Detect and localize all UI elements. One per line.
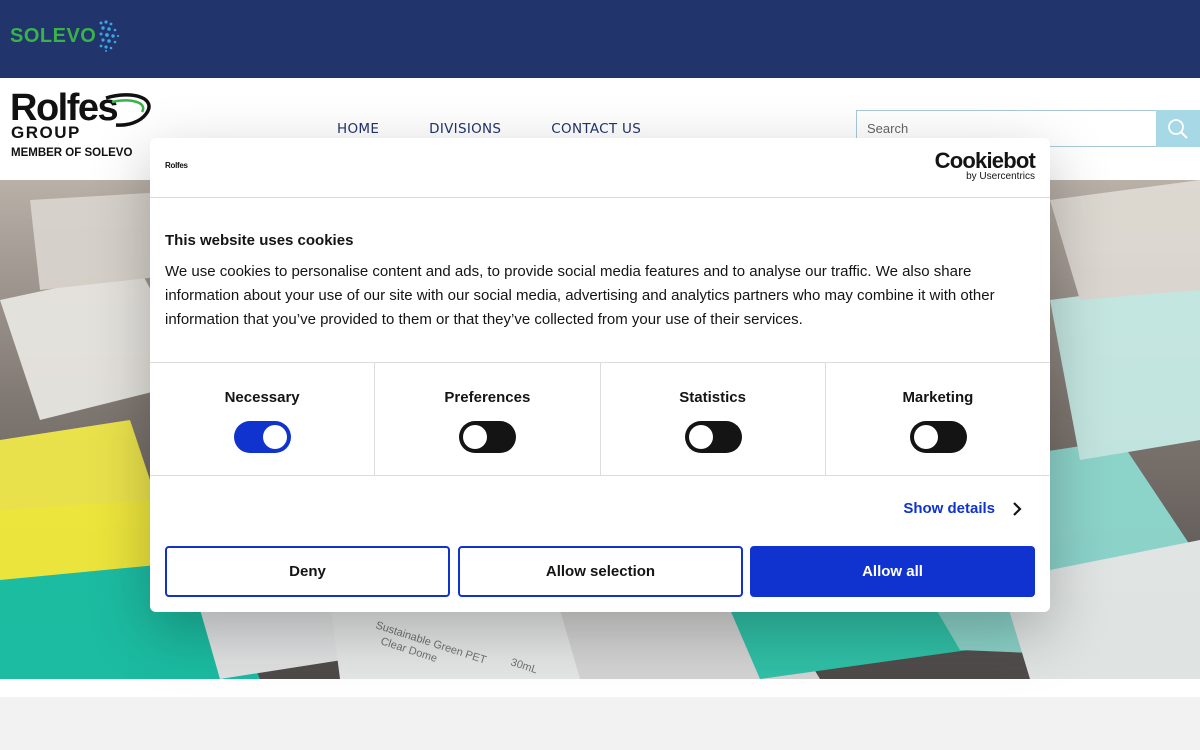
- cookie-consent-dialog: Rolfes Cookiebot by Usercentrics This we…: [150, 138, 1050, 612]
- statistics-toggle[interactable]: [684, 421, 742, 453]
- toggle-knob: [463, 425, 488, 449]
- nav-contact-us[interactable]: CONTACT US: [551, 121, 641, 137]
- deny-button[interactable]: Deny: [165, 546, 450, 597]
- search-icon: [1168, 118, 1188, 139]
- category-label: Marketing: [902, 389, 974, 406]
- nav-divisions[interactable]: DIVISIONS: [429, 121, 501, 137]
- dialog-site-logo: Rolfes: [165, 161, 188, 170]
- solevo-dots-icon: [99, 20, 120, 52]
- cookiebot-name: Cookiebot: [934, 148, 1036, 173]
- toggle-knob: [913, 425, 938, 449]
- category-label: Statistics: [679, 389, 746, 406]
- preferences-toggle[interactable]: [459, 421, 517, 453]
- logo-member-text: MEMBER OF SOLEVO: [11, 147, 133, 159]
- allow-selection-button[interactable]: Allow selection: [458, 546, 743, 597]
- dialog-header: Rolfes Cookiebot by Usercentrics: [150, 138, 1050, 198]
- main-nav: HOME DIVISIONS CONTACT US: [337, 121, 691, 137]
- logo-swoosh-icon: [105, 93, 151, 127]
- toggle-knob: [688, 425, 713, 449]
- dialog-body-text: We use cookies to personalise content an…: [165, 263, 995, 328]
- cookiebot-logo[interactable]: Cookiebot by Usercentrics: [934, 148, 1036, 183]
- solevo-logo[interactable]: SOLEVO: [10, 18, 120, 54]
- necessary-toggle[interactable]: [234, 421, 292, 453]
- search-button[interactable]: [1156, 110, 1200, 147]
- solevo-logo-text: SOLEVO: [10, 24, 97, 47]
- show-details-link[interactable]: Show details: [903, 500, 1022, 517]
- category-label: Preferences: [444, 389, 531, 406]
- nav-home[interactable]: HOME: [337, 121, 379, 137]
- chevron-right-icon: [1013, 501, 1022, 516]
- below-hero-strip: [0, 679, 1200, 697]
- category-statistics: Statistics: [601, 363, 826, 475]
- rolfes-group-logo[interactable]: Rolfes GROUP MEMBER OF SOLEVO: [10, 89, 160, 162]
- top-brand-bar: SOLEVO: [0, 0, 1200, 78]
- category-necessary: Necessary: [150, 363, 376, 475]
- consent-categories: Necessary Preferences Statistics Marketi…: [150, 362, 1050, 476]
- category-preferences: Preferences: [375, 363, 601, 475]
- logo-group-text: GROUP: [11, 123, 81, 142]
- dialog-title: This website uses cookies: [165, 232, 354, 249]
- toggle-knob: [263, 425, 288, 449]
- marketing-toggle[interactable]: [909, 421, 967, 453]
- allow-all-button[interactable]: Allow all: [750, 546, 1035, 597]
- show-details-label: Show details: [903, 500, 995, 517]
- category-marketing: Marketing: [826, 363, 1050, 475]
- category-label: Necessary: [224, 389, 300, 406]
